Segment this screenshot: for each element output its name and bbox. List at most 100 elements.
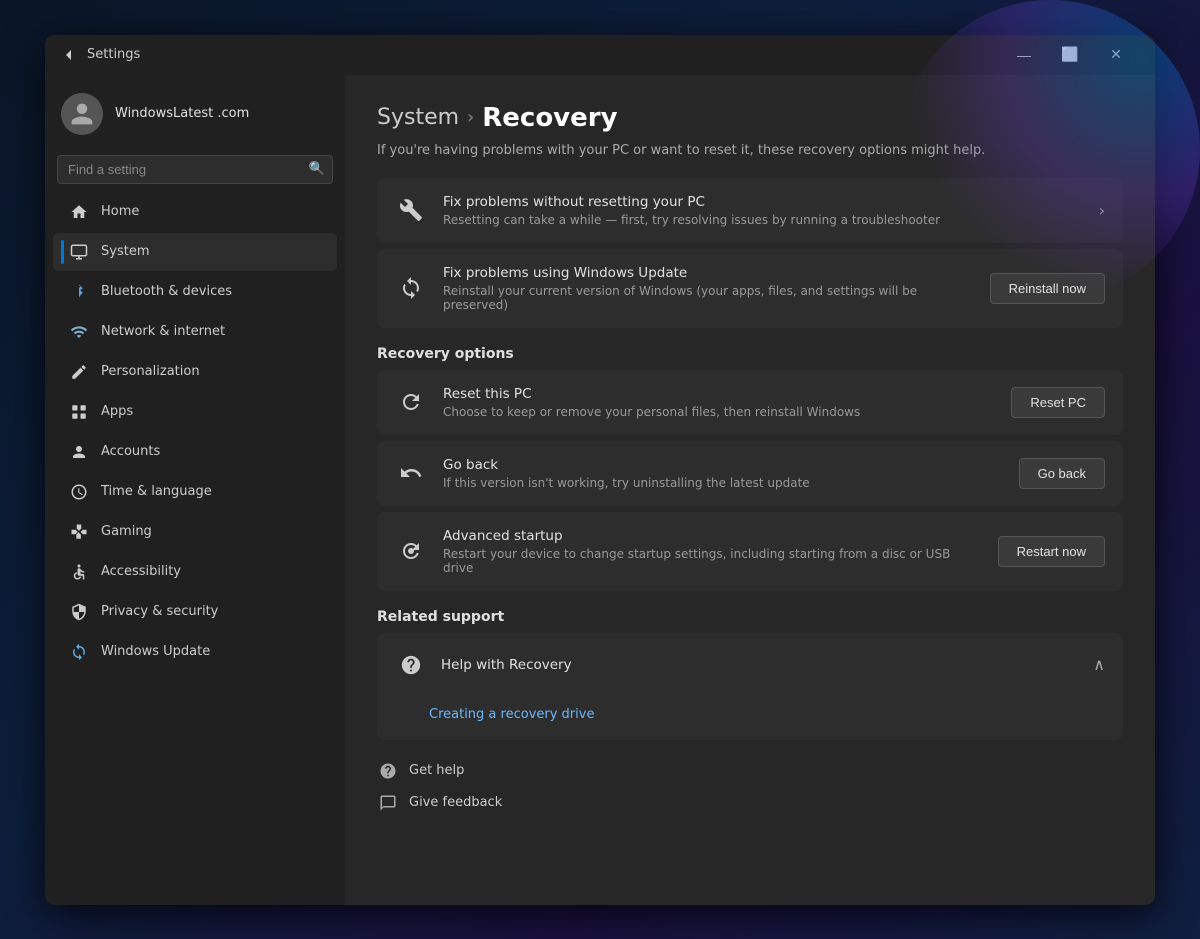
breadcrumb-parent[interactable]: System xyxy=(377,105,459,130)
go-back-button[interactable]: Go back xyxy=(1019,458,1105,489)
breadcrumb: System › Recovery xyxy=(377,103,1123,133)
get-help-label: Get help xyxy=(409,763,464,778)
sidebar-item-privacy[interactable]: Privacy & security xyxy=(53,593,337,631)
sidebar-item-accessibility[interactable]: Accessibility xyxy=(53,553,337,591)
search-box[interactable]: 🔍 xyxy=(57,155,333,184)
sidebar-item-time[interactable]: Time & language xyxy=(53,473,337,511)
help-recovery-icon xyxy=(395,649,427,681)
fix-without-reset-title: Fix problems without resetting your PC xyxy=(443,194,1083,210)
sidebar-item-network-label: Network & internet xyxy=(101,324,225,339)
personalization-icon xyxy=(69,362,89,382)
advanced-startup-title: Advanced startup xyxy=(443,528,982,544)
go-back-action: Go back xyxy=(1019,458,1105,489)
sidebar-item-apps[interactable]: Apps xyxy=(53,393,337,431)
sidebar-item-update-label: Windows Update xyxy=(101,644,210,659)
avatar xyxy=(61,93,103,135)
fix-without-reset-action: › xyxy=(1099,201,1105,220)
time-icon xyxy=(69,482,89,502)
sidebar-item-network[interactable]: Network & internet xyxy=(53,313,337,351)
accessibility-icon xyxy=(69,562,89,582)
give-feedback-link[interactable]: Give feedback xyxy=(377,792,1123,814)
titlebar: Settings — ⬜ ✕ xyxy=(45,35,1155,75)
back-button[interactable] xyxy=(61,47,77,63)
chevron-right-icon: › xyxy=(1099,201,1105,220)
apps-icon xyxy=(69,402,89,422)
titlebar-title: Settings xyxy=(87,47,1001,62)
fix-with-update-card: Fix problems using Windows Update Reinst… xyxy=(377,249,1123,328)
fix-without-reset-desc: Resetting can take a while — first, try … xyxy=(443,213,1083,227)
search-input[interactable] xyxy=(57,155,333,184)
sidebar-item-accounts-label: Accounts xyxy=(101,444,160,459)
sidebar-item-bluetooth[interactable]: Bluetooth & devices xyxy=(53,273,337,311)
minimize-button[interactable]: — xyxy=(1001,39,1047,71)
system-icon xyxy=(69,242,89,262)
sidebar-item-privacy-label: Privacy & security xyxy=(101,604,218,619)
sidebar-item-bluetooth-label: Bluetooth & devices xyxy=(101,284,232,299)
advanced-startup-text: Advanced startup Restart your device to … xyxy=(443,528,982,575)
sidebar-item-accessibility-label: Accessibility xyxy=(101,564,181,579)
reset-pc-card: Reset this PC Choose to keep or remove y… xyxy=(377,370,1123,435)
get-help-link[interactable]: Get help xyxy=(377,760,1123,782)
advanced-startup-icon xyxy=(395,535,427,567)
settings-window: Settings — ⬜ ✕ WindowsLatest .com 🔍 xyxy=(45,35,1155,905)
update-icon xyxy=(69,642,89,662)
username: WindowsLatest .com xyxy=(115,106,249,121)
reset-pc-title: Reset this PC xyxy=(443,386,995,402)
related-support-label: Related support xyxy=(377,609,1123,625)
home-icon xyxy=(69,202,89,222)
sidebar-item-time-label: Time & language xyxy=(101,484,212,499)
go-back-title: Go back xyxy=(443,457,1003,473)
fix-with-update-text: Fix problems using Windows Update Reinst… xyxy=(443,265,974,312)
sidebar-item-accounts[interactable]: Accounts xyxy=(53,433,337,471)
sidebar-item-home[interactable]: Home xyxy=(53,193,337,231)
maximize-button[interactable]: ⬜ xyxy=(1047,39,1093,71)
network-icon xyxy=(69,322,89,342)
sidebar-item-home-label: Home xyxy=(101,204,139,219)
go-back-desc: If this version isn't working, try unins… xyxy=(443,476,1003,490)
reset-icon xyxy=(395,386,427,418)
privacy-icon xyxy=(69,602,89,622)
advanced-startup-card: Advanced startup Restart your device to … xyxy=(377,512,1123,591)
footer-links: Get help Give feedback xyxy=(377,760,1123,814)
get-help-icon xyxy=(377,760,399,782)
sidebar-item-personalization-label: Personalization xyxy=(101,364,200,379)
sidebar-item-update[interactable]: Windows Update xyxy=(53,633,337,671)
breadcrumb-separator: › xyxy=(467,107,474,128)
breadcrumb-current: Recovery xyxy=(482,103,617,133)
sidebar-item-personalization[interactable]: Personalization xyxy=(53,353,337,391)
go-back-card: Go back If this version isn't working, t… xyxy=(377,441,1123,506)
advanced-startup-desc: Restart your device to change startup se… xyxy=(443,547,982,575)
sidebar: WindowsLatest .com 🔍 Home System xyxy=(45,75,345,905)
window-controls: — ⬜ ✕ xyxy=(1001,39,1139,71)
reset-pc-desc: Choose to keep or remove your personal f… xyxy=(443,405,995,419)
recovery-options-label: Recovery options xyxy=(377,346,1123,362)
give-feedback-icon xyxy=(377,792,399,814)
fix-with-update-desc: Reinstall your current version of Window… xyxy=(443,284,974,312)
page-subtitle: If you're having problems with your PC o… xyxy=(377,143,1123,158)
user-profile[interactable]: WindowsLatest .com xyxy=(45,83,345,151)
reset-pc-button[interactable]: Reset PC xyxy=(1011,387,1105,418)
help-recovery-header[interactable]: Help with Recovery ∧ xyxy=(377,633,1123,697)
sidebar-item-system-label: System xyxy=(101,244,149,259)
reset-pc-action: Reset PC xyxy=(1011,387,1105,418)
help-recovery-title: Help with Recovery xyxy=(441,657,1079,673)
reinstall-icon xyxy=(395,272,427,304)
restart-now-button[interactable]: Restart now xyxy=(998,536,1105,567)
reinstall-now-button[interactable]: Reinstall now xyxy=(990,273,1105,304)
sidebar-item-gaming-label: Gaming xyxy=(101,524,152,539)
go-back-text: Go back If this version isn't working, t… xyxy=(443,457,1003,490)
fix-icon xyxy=(395,194,427,226)
fix-without-reset-text: Fix problems without resetting your PC R… xyxy=(443,194,1083,227)
fix-without-reset-card[interactable]: Fix problems without resetting your PC R… xyxy=(377,178,1123,243)
recovery-drive-link[interactable]: Creating a recovery drive xyxy=(429,707,594,722)
chevron-up-icon: ∧ xyxy=(1093,655,1105,674)
sidebar-item-gaming[interactable]: Gaming xyxy=(53,513,337,551)
sidebar-item-system[interactable]: System xyxy=(53,233,337,271)
help-recovery-body: Creating a recovery drive xyxy=(377,697,1123,740)
help-recovery-card: Help with Recovery ∧ Creating a recovery… xyxy=(377,633,1123,740)
close-button[interactable]: ✕ xyxy=(1093,39,1139,71)
accounts-icon xyxy=(69,442,89,462)
main-panel: System › Recovery If you're having probl… xyxy=(345,75,1155,905)
give-feedback-label: Give feedback xyxy=(409,795,502,810)
go-back-icon xyxy=(395,457,427,489)
